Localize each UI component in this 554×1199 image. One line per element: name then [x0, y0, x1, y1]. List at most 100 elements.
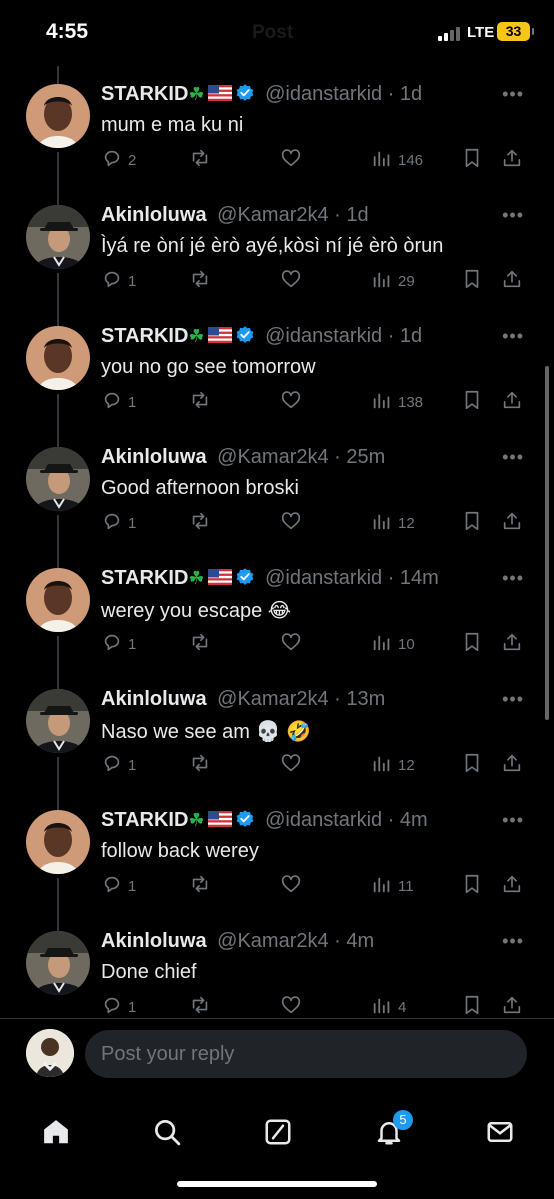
more-options-icon[interactable]: ••• — [502, 810, 524, 831]
more-options-icon[interactable]: ••• — [502, 931, 524, 952]
like-button[interactable] — [280, 390, 302, 414]
views-button[interactable]: 12 — [371, 753, 415, 777]
reply-button[interactable]: 1 — [101, 269, 136, 293]
avatar[interactable] — [26, 447, 90, 511]
tweet[interactable]: STARKID☘ @idanstarkid · 1d ••• mum e ma … — [0, 78, 554, 214]
bookmark-button[interactable] — [461, 995, 483, 1019]
tweet[interactable]: STARKID☘ @idanstarkid · 14m ••• werey yo… — [0, 562, 554, 698]
more-options-icon[interactable]: ••• — [502, 447, 524, 468]
like-button[interactable] — [280, 995, 302, 1019]
tab-home[interactable] — [28, 1104, 84, 1160]
thread-feed[interactable]: STARKID☘ @idanstarkid · 1d ••• mum e ma … — [0, 78, 554, 1046]
retweet-button[interactable] — [189, 753, 211, 777]
more-options-icon[interactable]: ••• — [502, 326, 524, 347]
share-button[interactable] — [501, 874, 523, 898]
tab-search[interactable] — [139, 1104, 195, 1160]
author-name[interactable]: Akinloluwa — [101, 204, 207, 226]
views-button[interactable]: 12 — [371, 511, 415, 535]
like-button[interactable] — [280, 632, 302, 656]
author-name[interactable]: STARKID — [101, 809, 188, 831]
reply-button[interactable]: 1 — [101, 753, 136, 777]
share-button[interactable] — [501, 390, 523, 414]
retweet-button[interactable] — [189, 390, 211, 414]
tweet[interactable]: STARKID☘ @idanstarkid · 1d ••• you no go… — [0, 320, 554, 456]
like-button[interactable] — [280, 753, 302, 777]
reply-button[interactable]: 1 — [101, 511, 136, 535]
reply-button[interactable]: 1 — [101, 390, 136, 414]
more-options-icon[interactable]: ••• — [502, 689, 524, 710]
author-name[interactable]: Akinloluwa — [101, 446, 207, 468]
views-button[interactable]: 10 — [371, 632, 415, 656]
bookmark-button[interactable] — [461, 753, 483, 777]
tweet[interactable]: Akinloluwa @Kamar2k4 · 25m ••• Good afte… — [0, 441, 554, 577]
retweet-button[interactable] — [189, 995, 211, 1019]
views-button[interactable]: 138 — [371, 390, 423, 414]
author-handle[interactable]: @idanstarkid — [265, 809, 382, 831]
author-handle[interactable]: @idanstarkid — [265, 325, 382, 347]
avatar[interactable] — [26, 326, 90, 390]
like-button[interactable] — [280, 269, 302, 293]
author-name[interactable]: Akinloluwa — [101, 930, 207, 952]
tweet[interactable]: Akinloluwa @Kamar2k4 · 1d ••• Ìyá re òní… — [0, 199, 554, 335]
share-button[interactable] — [501, 995, 523, 1019]
avatar[interactable] — [26, 84, 90, 148]
reply-input[interactable] — [85, 1030, 527, 1078]
author-handle[interactable]: @Kamar2k4 — [217, 930, 328, 952]
views-button[interactable]: 4 — [371, 995, 406, 1019]
retweet-button[interactable] — [189, 632, 211, 656]
avatar[interactable] — [26, 568, 90, 632]
reply-button[interactable]: 1 — [101, 632, 136, 656]
author-handle[interactable]: @Kamar2k4 — [217, 446, 328, 468]
more-options-icon[interactable]: ••• — [502, 205, 524, 226]
retweet-button[interactable] — [189, 148, 211, 172]
bookmark-button[interactable] — [461, 632, 483, 656]
tab-grok[interactable] — [250, 1104, 306, 1160]
author-name[interactable]: STARKID — [101, 325, 188, 347]
reply-button[interactable]: 1 — [101, 874, 136, 898]
more-options-icon[interactable]: ••• — [502, 84, 524, 105]
retweet-button[interactable] — [189, 874, 211, 898]
reply-button[interactable]: 2 — [101, 148, 136, 172]
separator-dot: · — [328, 446, 347, 468]
share-button[interactable] — [501, 148, 523, 172]
scrollbar[interactable] — [545, 366, 549, 720]
share-button[interactable] — [501, 511, 523, 535]
bookmark-button[interactable] — [461, 390, 483, 414]
bookmark-button[interactable] — [461, 874, 483, 898]
avatar[interactable] — [26, 205, 90, 269]
reply-button[interactable]: 1 — [101, 995, 136, 1019]
tab-messages[interactable] — [472, 1104, 528, 1160]
tweet[interactable]: STARKID☘ @idanstarkid · 4m ••• follow ba… — [0, 804, 554, 940]
bookmark-button[interactable] — [461, 148, 483, 172]
tweet[interactable]: Akinloluwa @Kamar2k4 · 13m ••• Naso we s… — [0, 683, 554, 819]
avatar[interactable] — [26, 810, 90, 874]
share-button[interactable] — [501, 269, 523, 293]
views-button[interactable]: 146 — [371, 148, 423, 172]
avatar[interactable] — [26, 931, 90, 995]
author-handle[interactable]: @Kamar2k4 — [217, 688, 328, 710]
share-button[interactable] — [501, 632, 523, 656]
author-name[interactable]: STARKID — [101, 83, 188, 105]
verified-icon — [236, 810, 253, 827]
bookmark-button[interactable] — [461, 511, 483, 535]
tab-notifications[interactable]: 5 — [361, 1104, 417, 1160]
author-name[interactable]: Akinloluwa — [101, 688, 207, 710]
like-button[interactable] — [280, 511, 302, 535]
more-options-icon[interactable]: ••• — [502, 568, 524, 589]
bookmark-button[interactable] — [461, 269, 483, 293]
avatar[interactable] — [26, 689, 90, 753]
author-handle[interactable]: @idanstarkid — [265, 83, 382, 105]
views-icon — [371, 510, 393, 536]
retweet-button[interactable] — [189, 511, 211, 535]
like-button[interactable] — [280, 874, 302, 898]
author-handle[interactable]: @idanstarkid — [265, 567, 382, 589]
author-handle[interactable]: @Kamar2k4 — [217, 204, 328, 226]
retweet-button[interactable] — [189, 269, 211, 293]
like-button[interactable] — [280, 148, 302, 172]
avatar[interactable] — [26, 1029, 74, 1077]
separator-dot: · — [328, 930, 347, 952]
share-button[interactable] — [501, 753, 523, 777]
author-name[interactable]: STARKID — [101, 567, 188, 589]
views-button[interactable]: 11 — [371, 874, 414, 898]
views-button[interactable]: 29 — [371, 269, 415, 293]
